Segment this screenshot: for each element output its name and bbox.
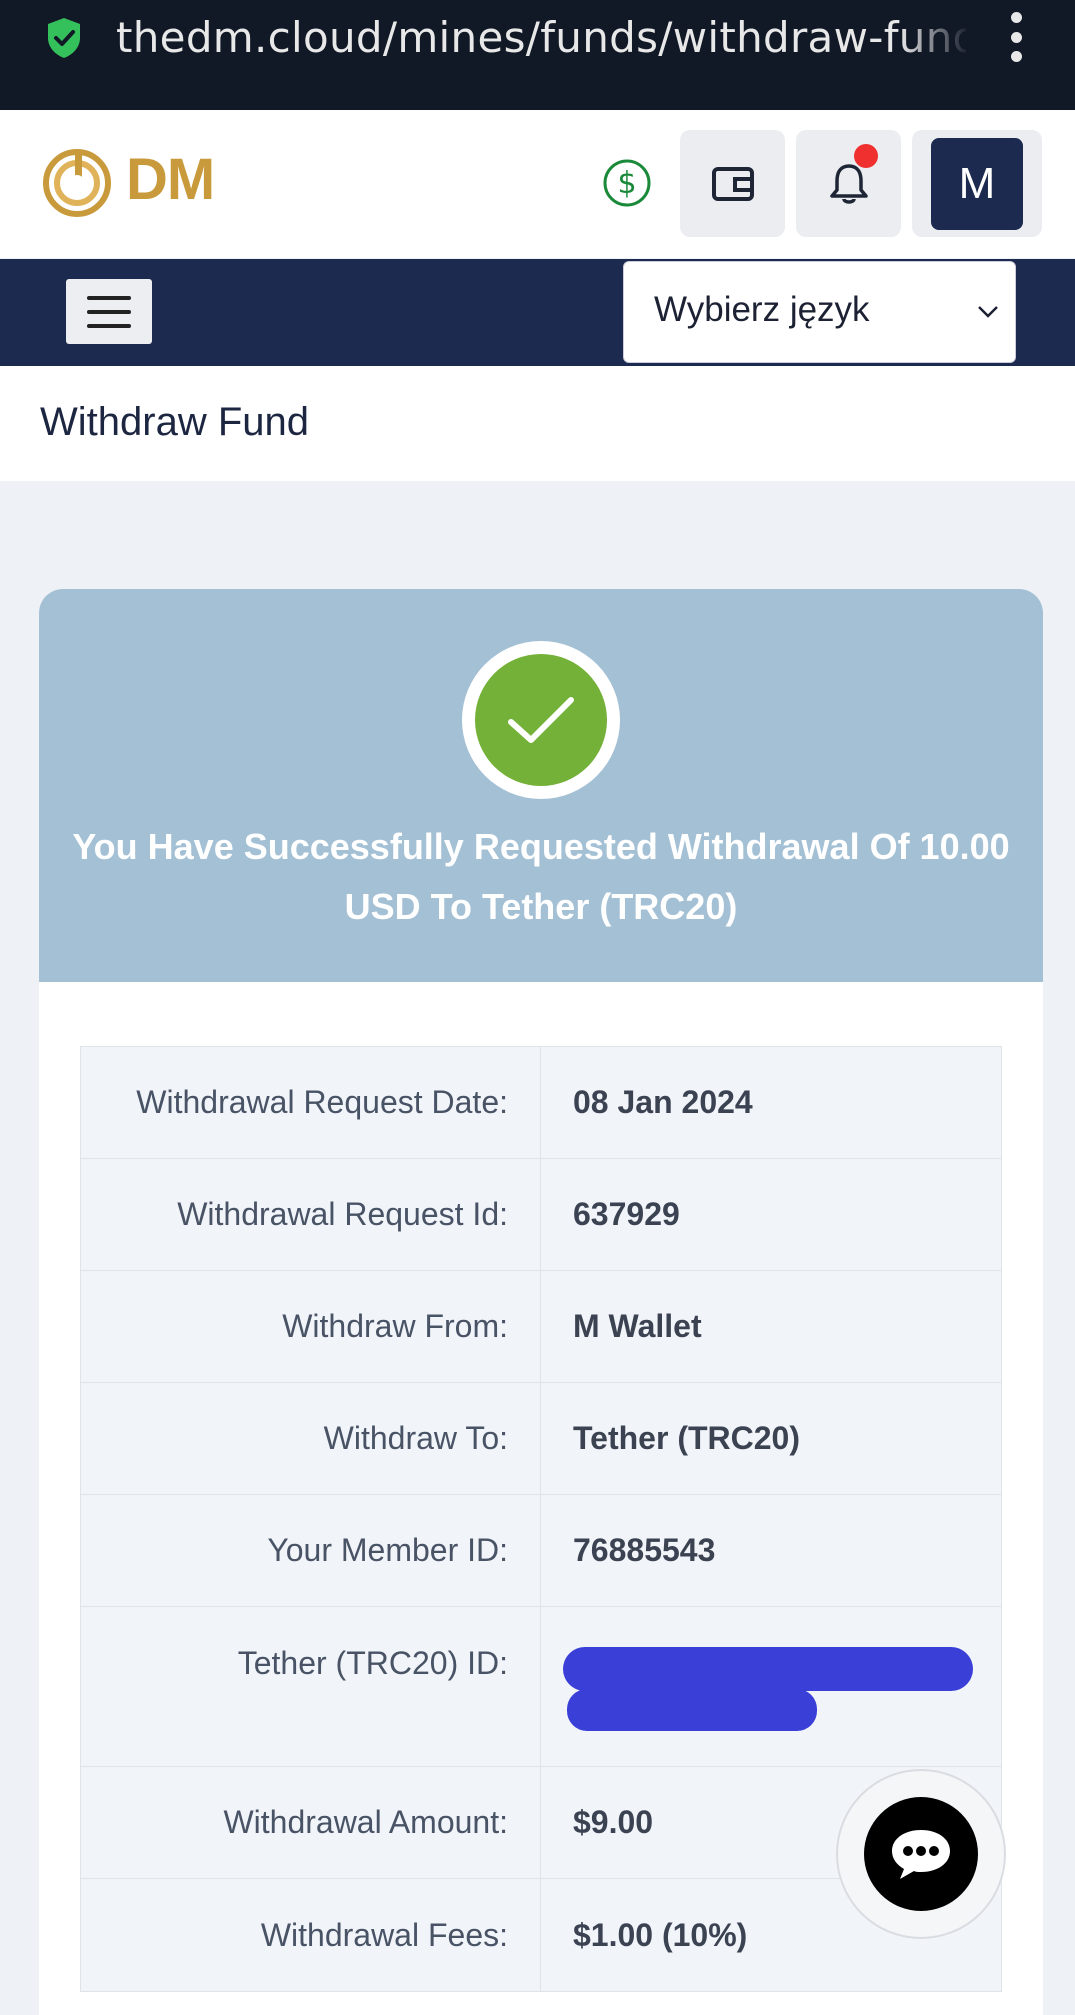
detail-row-date: Withdrawal Request Date: 08 Jan 2024 (81, 1047, 1001, 1159)
page-title-bar: Withdraw Fund (0, 366, 1075, 481)
detail-label: Your Member ID: (81, 1495, 541, 1606)
detail-label: Withdrawal Amount: (81, 1767, 541, 1878)
detail-row-withdraw-to: Withdraw To: Tether (TRC20) (81, 1383, 1001, 1495)
detail-value: Tether (TRC20) (573, 1420, 800, 1456)
page-title: Withdraw Fund (40, 400, 309, 444)
success-badge (462, 641, 620, 799)
detail-value: 637929 (573, 1196, 680, 1232)
logo-text: DM (126, 147, 215, 212)
svg-text:$: $ (617, 166, 636, 201)
notifications-button[interactable] (796, 130, 901, 237)
chat-button[interactable] (836, 1769, 1006, 1939)
detail-row-request-id: Withdrawal Request Id: 637929 (81, 1159, 1001, 1271)
notification-badge (854, 144, 878, 168)
detail-label: Withdrawal Request Id: (81, 1159, 541, 1270)
detail-label: Withdraw To: (81, 1383, 541, 1494)
dollar-circle-icon[interactable]: $ (602, 158, 652, 208)
detail-label: Tether (TRC20) ID: (81, 1607, 541, 1766)
success-banner: You Have Successfully Requested Withdraw… (39, 589, 1043, 982)
detail-row-trc20-id: Tether (TRC20) ID: (81, 1607, 1001, 1767)
chevron-down-icon (978, 306, 998, 318)
redaction-scribble (563, 1637, 983, 1737)
detail-value: 08 Jan 2024 (573, 1084, 753, 1120)
detail-label: Withdraw From: (81, 1271, 541, 1382)
detail-label: Withdrawal Request Date: (81, 1047, 541, 1158)
detail-value-redacted (541, 1607, 1001, 1766)
site-header: DM $ M (0, 110, 1075, 258)
detail-value: M Wallet (573, 1308, 702, 1344)
check-icon (508, 697, 574, 743)
detail-row-member-id: Your Member ID: 76885543 (81, 1495, 1001, 1607)
detail-label: Withdrawal Fees: (81, 1879, 541, 1991)
hamburger-menu-button[interactable] (66, 279, 152, 344)
success-message: You Have Successfully Requested Withdraw… (72, 826, 1010, 927)
browser-url-bar: thedm.cloud/mines/funds/withdraw-fund/ (0, 0, 1075, 110)
navigation-bar: Wybierz język (0, 259, 1075, 366)
avatar: M (931, 137, 1023, 230)
wallet-button[interactable] (680, 130, 785, 237)
wallet-icon (711, 166, 754, 201)
language-select[interactable]: Wybierz język (623, 261, 1016, 363)
detail-value: 76885543 (573, 1532, 716, 1568)
user-avatar-button[interactable]: M (912, 130, 1042, 237)
url-text[interactable]: thedm.cloud/mines/funds/withdraw-fund/ (116, 10, 966, 66)
browser-menu-icon[interactable] (1003, 12, 1029, 62)
detail-row-withdraw-from: Withdraw From: M Wallet (81, 1271, 1001, 1383)
language-select-label: Wybierz język (654, 290, 870, 329)
chat-bubble-icon (892, 1830, 950, 1879)
shield-check-icon (48, 18, 80, 58)
